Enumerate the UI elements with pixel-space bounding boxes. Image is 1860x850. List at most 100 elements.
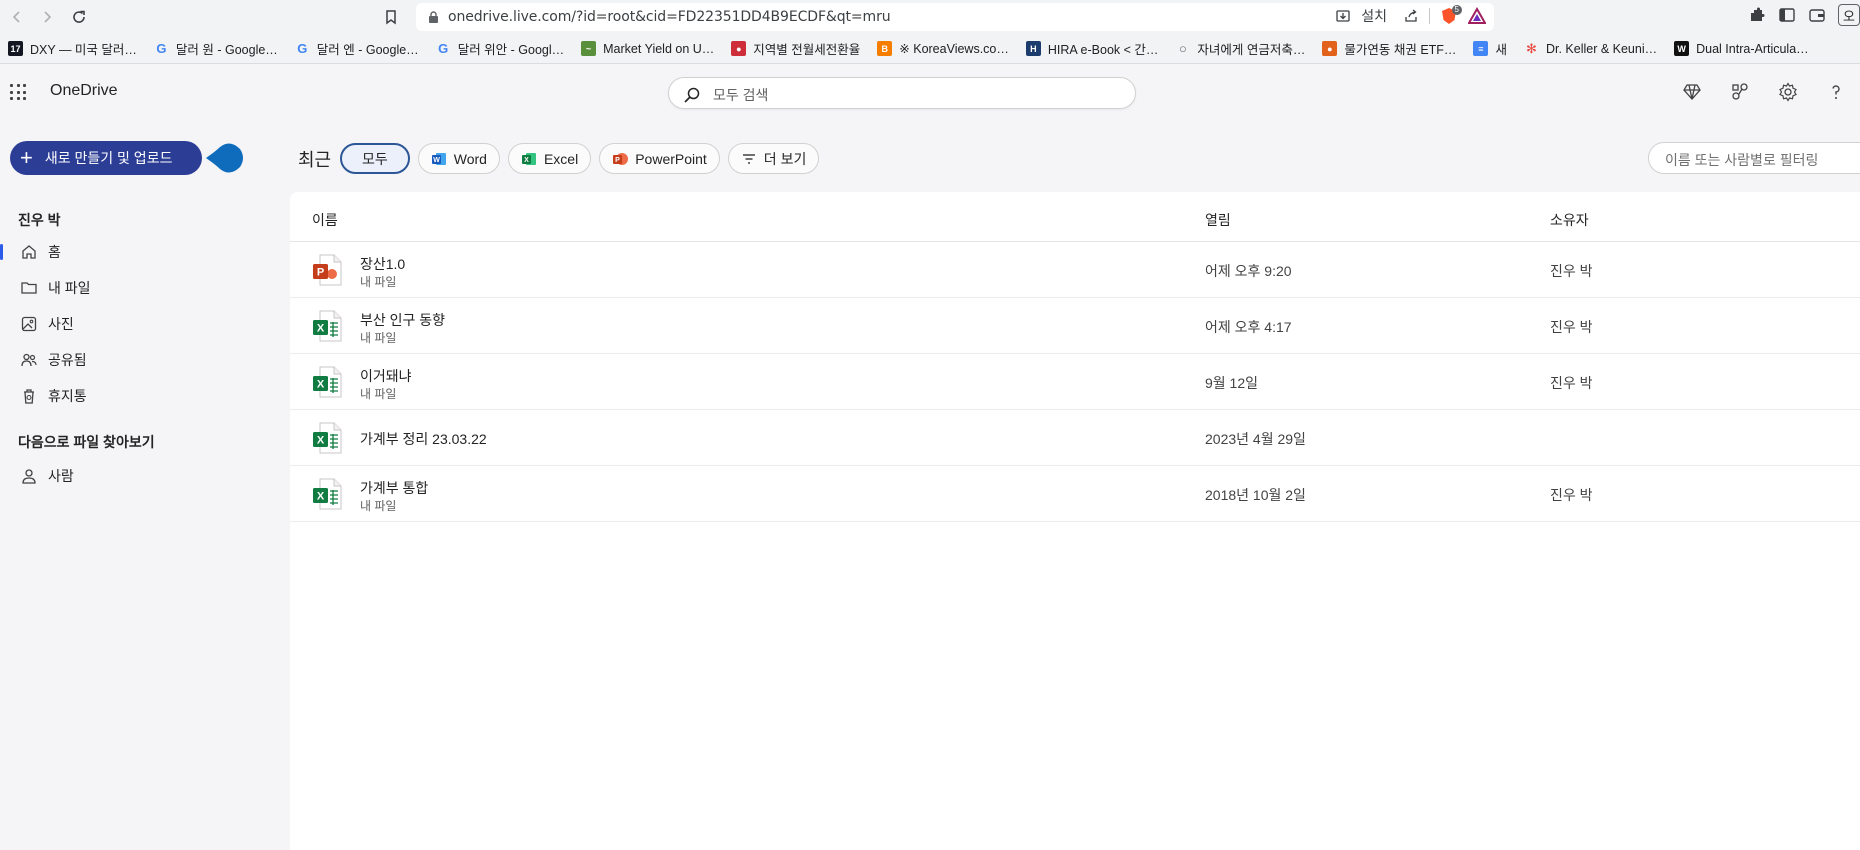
- file-location: 내 파일: [360, 387, 397, 401]
- extensions-puzzle-icon[interactable]: [1748, 6, 1766, 24]
- install-icon[interactable]: [1335, 8, 1351, 24]
- column-header-name[interactable]: 이름: [312, 210, 338, 230]
- forward-button[interactable]: [36, 6, 58, 28]
- sidebar-item-photos[interactable]: 사진: [0, 306, 290, 342]
- settings-gear-icon[interactable]: [1778, 82, 1798, 102]
- bookmark-icon[interactable]: [380, 6, 402, 28]
- file-name[interactable]: 가계부 통합: [360, 478, 428, 498]
- sidebar-toggle-icon[interactable]: [1778, 6, 1796, 24]
- table-row[interactable]: X 가계부 정리 23.03.22 2023년 4월 29일: [290, 410, 1860, 466]
- app-launcher-icon[interactable]: [10, 84, 26, 100]
- list-header: 이름 열림 소유자: [290, 192, 1860, 242]
- bookmark-label: 자녀에게 연금저축…: [1197, 43, 1306, 57]
- premium-diamond-icon[interactable]: [1682, 82, 1702, 102]
- file-name[interactable]: 부산 인구 동향: [360, 310, 445, 330]
- bookmark-item[interactable]: ~ Market Yield on U…: [581, 41, 714, 56]
- table-row[interactable]: X 가계부 통합 내 파일 2018년 10월 2일 진우 박: [290, 466, 1860, 522]
- google-icon: G: [438, 41, 449, 56]
- filter-input[interactable]: 이름 또는 사람별로 필터링: [1648, 142, 1860, 174]
- svg-text:P: P: [317, 267, 324, 279]
- filter-chip-filter[interactable]: 더 보기: [727, 143, 820, 174]
- bookmark-item[interactable]: ○ 자녀에게 연금저축…: [1175, 39, 1305, 58]
- help-icon[interactable]: [1826, 82, 1846, 102]
- svg-text:X: X: [317, 435, 325, 447]
- file-list: 이름 열림 소유자 P 장산1.0 내 파일 어제 오후 9:20 진우 박 X 부산 인구…: [290, 192, 1860, 850]
- file-name[interactable]: 이거돼냐: [360, 366, 412, 386]
- filter-chip-word[interactable]: W Word: [417, 143, 500, 174]
- bookmark-item[interactable]: ≡ 새: [1473, 39, 1507, 58]
- plus-icon: +: [20, 145, 33, 170]
- install-label[interactable]: 설치: [1361, 6, 1387, 26]
- filter-chip-excel[interactable]: X Excel: [507, 143, 592, 174]
- app-title[interactable]: OneDrive: [50, 82, 118, 100]
- bookmark-item[interactable]: B ※ KoreaViews.co…: [877, 41, 1009, 56]
- sidebar-item-label: 사람: [48, 468, 74, 484]
- bookmark-item[interactable]: ● 지역별 전월세전환율: [731, 39, 860, 58]
- bookmark-item[interactable]: 17 DXY — 미국 달러…: [8, 39, 137, 58]
- back-button[interactable]: [6, 6, 28, 28]
- browse-list: 사람: [0, 458, 290, 494]
- w-icon: W: [1674, 41, 1690, 56]
- filter-chip-all[interactable]: 모두: [340, 143, 410, 174]
- new-dropdown-button[interactable]: [206, 141, 244, 175]
- profile-avatar[interactable]: 오: [1838, 4, 1860, 26]
- chart-icon: ~: [581, 41, 597, 56]
- table-row[interactable]: X 이거돼냐 내 파일 9월 12일 진우 박: [290, 354, 1860, 410]
- column-header-opened[interactable]: 열림: [1205, 210, 1231, 230]
- onedrive-header: OneDrive 모두 검색: [0, 64, 1860, 120]
- sidebar-item-my-files[interactable]: 내 파일: [0, 270, 290, 306]
- file-owner: 진우 박: [1550, 487, 1593, 503]
- file-name[interactable]: 가계부 정리 23.03.22: [360, 429, 487, 449]
- column-header-owner[interactable]: 소유자: [1550, 210, 1589, 230]
- hira-icon: H: [1025, 41, 1041, 56]
- file-owner: 진우 박: [1550, 263, 1593, 279]
- bookmark-item[interactable]: G 달러 엔 - Google…: [295, 39, 418, 58]
- bookmark-item[interactable]: G 달러 원 - Google…: [154, 39, 277, 58]
- excel-file-icon: X: [312, 422, 342, 454]
- share-apps-icon[interactable]: [1730, 82, 1750, 102]
- bookmark-label: 새: [1495, 43, 1507, 57]
- filter-chip-powerpoint[interactable]: P PowerPoint: [599, 143, 720, 174]
- file-name[interactable]: 장산1.0: [360, 254, 405, 274]
- share-icon[interactable]: [1403, 8, 1419, 24]
- filter-chip-label: Excel: [543, 150, 579, 167]
- file-location: 내 파일: [360, 331, 397, 345]
- doc-icon: ≡: [1473, 41, 1489, 56]
- blogger-icon: B: [877, 41, 893, 56]
- browser-toolbar: onedrive.live.com/?id=root&cid=FD22351DD…: [0, 0, 1860, 34]
- folder-icon: [20, 279, 38, 297]
- bookmark-label: Market Yield on U…: [603, 41, 715, 56]
- brave-rewards-icon[interactable]: [1468, 7, 1486, 25]
- sidebar-item-home[interactable]: 홈: [0, 234, 290, 270]
- new-upload-button[interactable]: + 새로 만들기 및 업로드: [10, 141, 202, 175]
- sidebar-item-recycle-bin[interactable]: 휴지통: [0, 378, 290, 414]
- bookmark-label: HIRA e-Book < 간…: [1047, 43, 1159, 57]
- file-opened-date: 어제 오후 9:20: [1205, 263, 1292, 279]
- excel-file-icon: X: [312, 366, 342, 398]
- address-bar[interactable]: onedrive.live.com/?id=root&cid=FD22351DD…: [416, 3, 1494, 31]
- photo-icon: [20, 315, 38, 333]
- sidebar-item-label: 휴지통: [48, 388, 87, 404]
- google-icon: G: [297, 41, 308, 56]
- brave-shield-icon[interactable]: 5: [1440, 5, 1462, 25]
- search-input[interactable]: 모두 검색: [668, 77, 1136, 109]
- sidebar-item-label: 공유됨: [48, 352, 87, 368]
- bookmark-item[interactable]: ✻ Dr. Keller & Keuni…: [1524, 41, 1657, 56]
- bookmark-item[interactable]: G 달러 위안 - Googl…: [436, 39, 564, 58]
- bookmarks-bar: 17 DXY — 미국 달러… G 달러 원 - Google… G 달러 엔 - Goo…: [0, 34, 1860, 64]
- bookmark-label: Dual Intra-Articula…: [1696, 41, 1809, 56]
- sidebar-item-shared[interactable]: 공유됨: [0, 342, 290, 378]
- bookmark-item[interactable]: H HIRA e-Book < 간…: [1025, 39, 1159, 58]
- reload-button[interactable]: [68, 6, 90, 28]
- sidebar-item-people[interactable]: 사람: [0, 458, 290, 494]
- filter-chips: 모두 W Word X Excel P PowerPoint 더 보기: [340, 143, 820, 174]
- bookmark-label: 물가연동 채권 ETF…: [1344, 43, 1457, 57]
- table-row[interactable]: P 장산1.0 내 파일 어제 오후 9:20 진우 박: [290, 242, 1860, 298]
- excel-file-icon: X: [312, 478, 342, 510]
- extension-badge: 5: [1451, 5, 1462, 15]
- bookmark-item[interactable]: W Dual Intra-Articula…: [1674, 41, 1809, 56]
- wallet-icon[interactable]: [1808, 6, 1826, 24]
- svg-text:X: X: [317, 379, 325, 391]
- bookmark-item[interactable]: ● 물가연동 채권 ETF…: [1322, 39, 1456, 58]
- table-row[interactable]: X 부산 인구 동향 내 파일 어제 오후 4:17 진우 박: [290, 298, 1860, 354]
